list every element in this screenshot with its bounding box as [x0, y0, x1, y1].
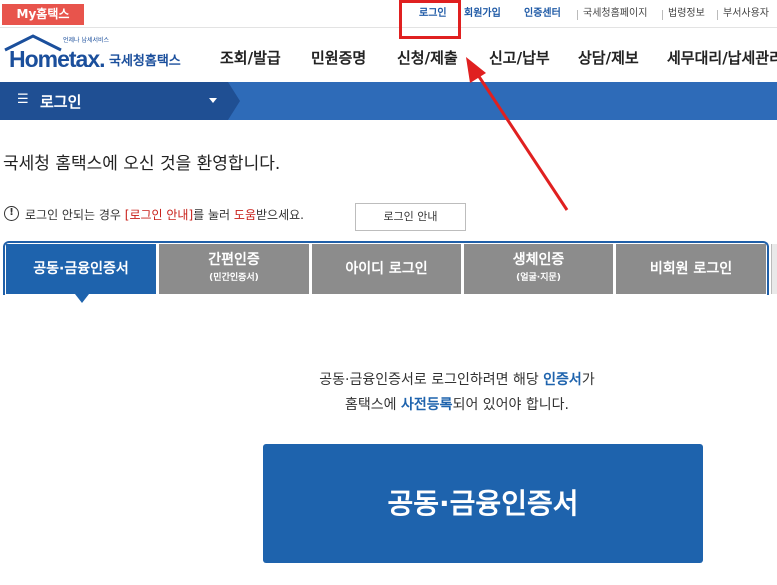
help-text: 도움	[233, 208, 256, 222]
divider	[717, 10, 718, 20]
divider	[577, 10, 578, 20]
login-guide-link[interactable]: [로그인 안내]	[125, 208, 193, 222]
signup-link[interactable]: 회원가입	[464, 0, 501, 28]
gnb-item-apply-submit[interactable]: 신청/제출	[397, 47, 458, 68]
chevron-down-icon[interactable]	[209, 98, 217, 103]
tab-label: 비회원 로그인	[649, 261, 733, 277]
hometax-logo[interactable]: 언제나 납세서비스 Hometax. 국세청홈택스	[3, 32, 193, 74]
description-text: 공동·금융인증서로 로그인하려면 해당	[319, 372, 544, 388]
tab-sublabel: (얼굴·지문)	[516, 273, 561, 283]
page-title: 국세청 홈택스에 오신 것을 환영합니다.	[3, 154, 281, 174]
menu-icon[interactable]: ☰	[17, 92, 29, 107]
notice-text: 를 눌러	[193, 208, 234, 222]
tab-biometric-auth[interactable]: 생체인증 (얼굴·지문)	[464, 244, 613, 294]
logo-wordmark: Hometax.	[9, 46, 106, 72]
login-guide-button[interactable]: 로그인 안내	[355, 203, 466, 231]
location-dropdown[interactable]	[0, 82, 228, 120]
tab-overflow-edge	[771, 244, 777, 294]
tab-label: 아이디 로그인	[345, 261, 428, 277]
tab-label: 간편인증	[208, 252, 260, 268]
active-tab-pointer	[75, 294, 89, 303]
gnb-item-inquiry[interactable]: 조회/발급	[220, 47, 281, 68]
laws-link[interactable]: 법령정보	[668, 0, 705, 28]
tab-non-member-login[interactable]: 비회원 로그인	[616, 244, 766, 294]
divider	[662, 10, 663, 20]
description-line: 공동·금융인증서로 로그인하려면 해당 인증서가	[220, 368, 694, 393]
my-hometax-button[interactable]: My홈택스	[2, 4, 84, 25]
gnb-item-consult[interactable]: 상담/제보	[578, 47, 639, 68]
joint-financial-cert-login-button[interactable]: 공동·금융인증서	[263, 444, 703, 563]
gnb-item-tax-agent[interactable]: 세무대리/납세관리	[667, 47, 777, 68]
dept-site-link[interactable]: 부서사용자	[723, 0, 769, 28]
description-text: 가	[581, 372, 595, 388]
location-arrow	[228, 82, 240, 120]
tab-sublabel: (민간인증서)	[209, 273, 259, 283]
tab-id-login[interactable]: 아이디 로그인	[312, 244, 461, 294]
gnb-item-civil-cert[interactable]: 민원증명	[311, 47, 366, 68]
description-highlight: 인증서	[543, 372, 582, 388]
hometax-login-page: My홈택스 로그인 회원가입 인증센터 국세청홈페이지 법령정보 부서사용자 언…	[0, 0, 777, 585]
nts-homepage-link[interactable]: 국세청홈페이지	[583, 0, 647, 28]
login-notice: 로그인 안되는 경우 [로그인 안내]를 눌러 도움받으세요.	[25, 206, 304, 223]
description-line: 홈택스에 사전등록되어 있어야 합니다.	[220, 393, 694, 418]
description-highlight: 사전등록	[401, 397, 453, 413]
cert-description: 공동·금융인증서로 로그인하려면 해당 인증서가 홈택스에 사전등록되어 있어야…	[220, 368, 694, 418]
logo-korean-name: 국세청홈택스	[109, 54, 181, 69]
gnb-item-report-pay[interactable]: 신고/납부	[489, 47, 550, 68]
description-text: 되어 있어야 합니다.	[452, 397, 569, 413]
location-label: 로그인	[40, 93, 82, 111]
logo-tagline: 언제나 납세서비스	[63, 37, 110, 44]
notice-text: 받으세요.	[256, 208, 304, 222]
tab-label: 공동·금융인증서	[33, 261, 129, 277]
tab-joint-financial-cert[interactable]: 공동·금융인증서	[6, 244, 156, 294]
exclamation-icon: !	[4, 206, 19, 221]
tab-simple-auth[interactable]: 간편인증 (민간인증서)	[159, 244, 309, 294]
tab-label: 생체인증	[512, 252, 565, 268]
description-text: 홈택스에	[345, 397, 402, 413]
cert-center-link[interactable]: 인증센터	[524, 0, 561, 28]
annotation-highlight-box	[399, 0, 461, 39]
notice-text: 로그인 안되는 경우	[25, 208, 125, 222]
utility-bar: My홈택스 로그인 회원가입 인증센터 국세청홈페이지 법령정보 부서사용자	[0, 0, 777, 28]
